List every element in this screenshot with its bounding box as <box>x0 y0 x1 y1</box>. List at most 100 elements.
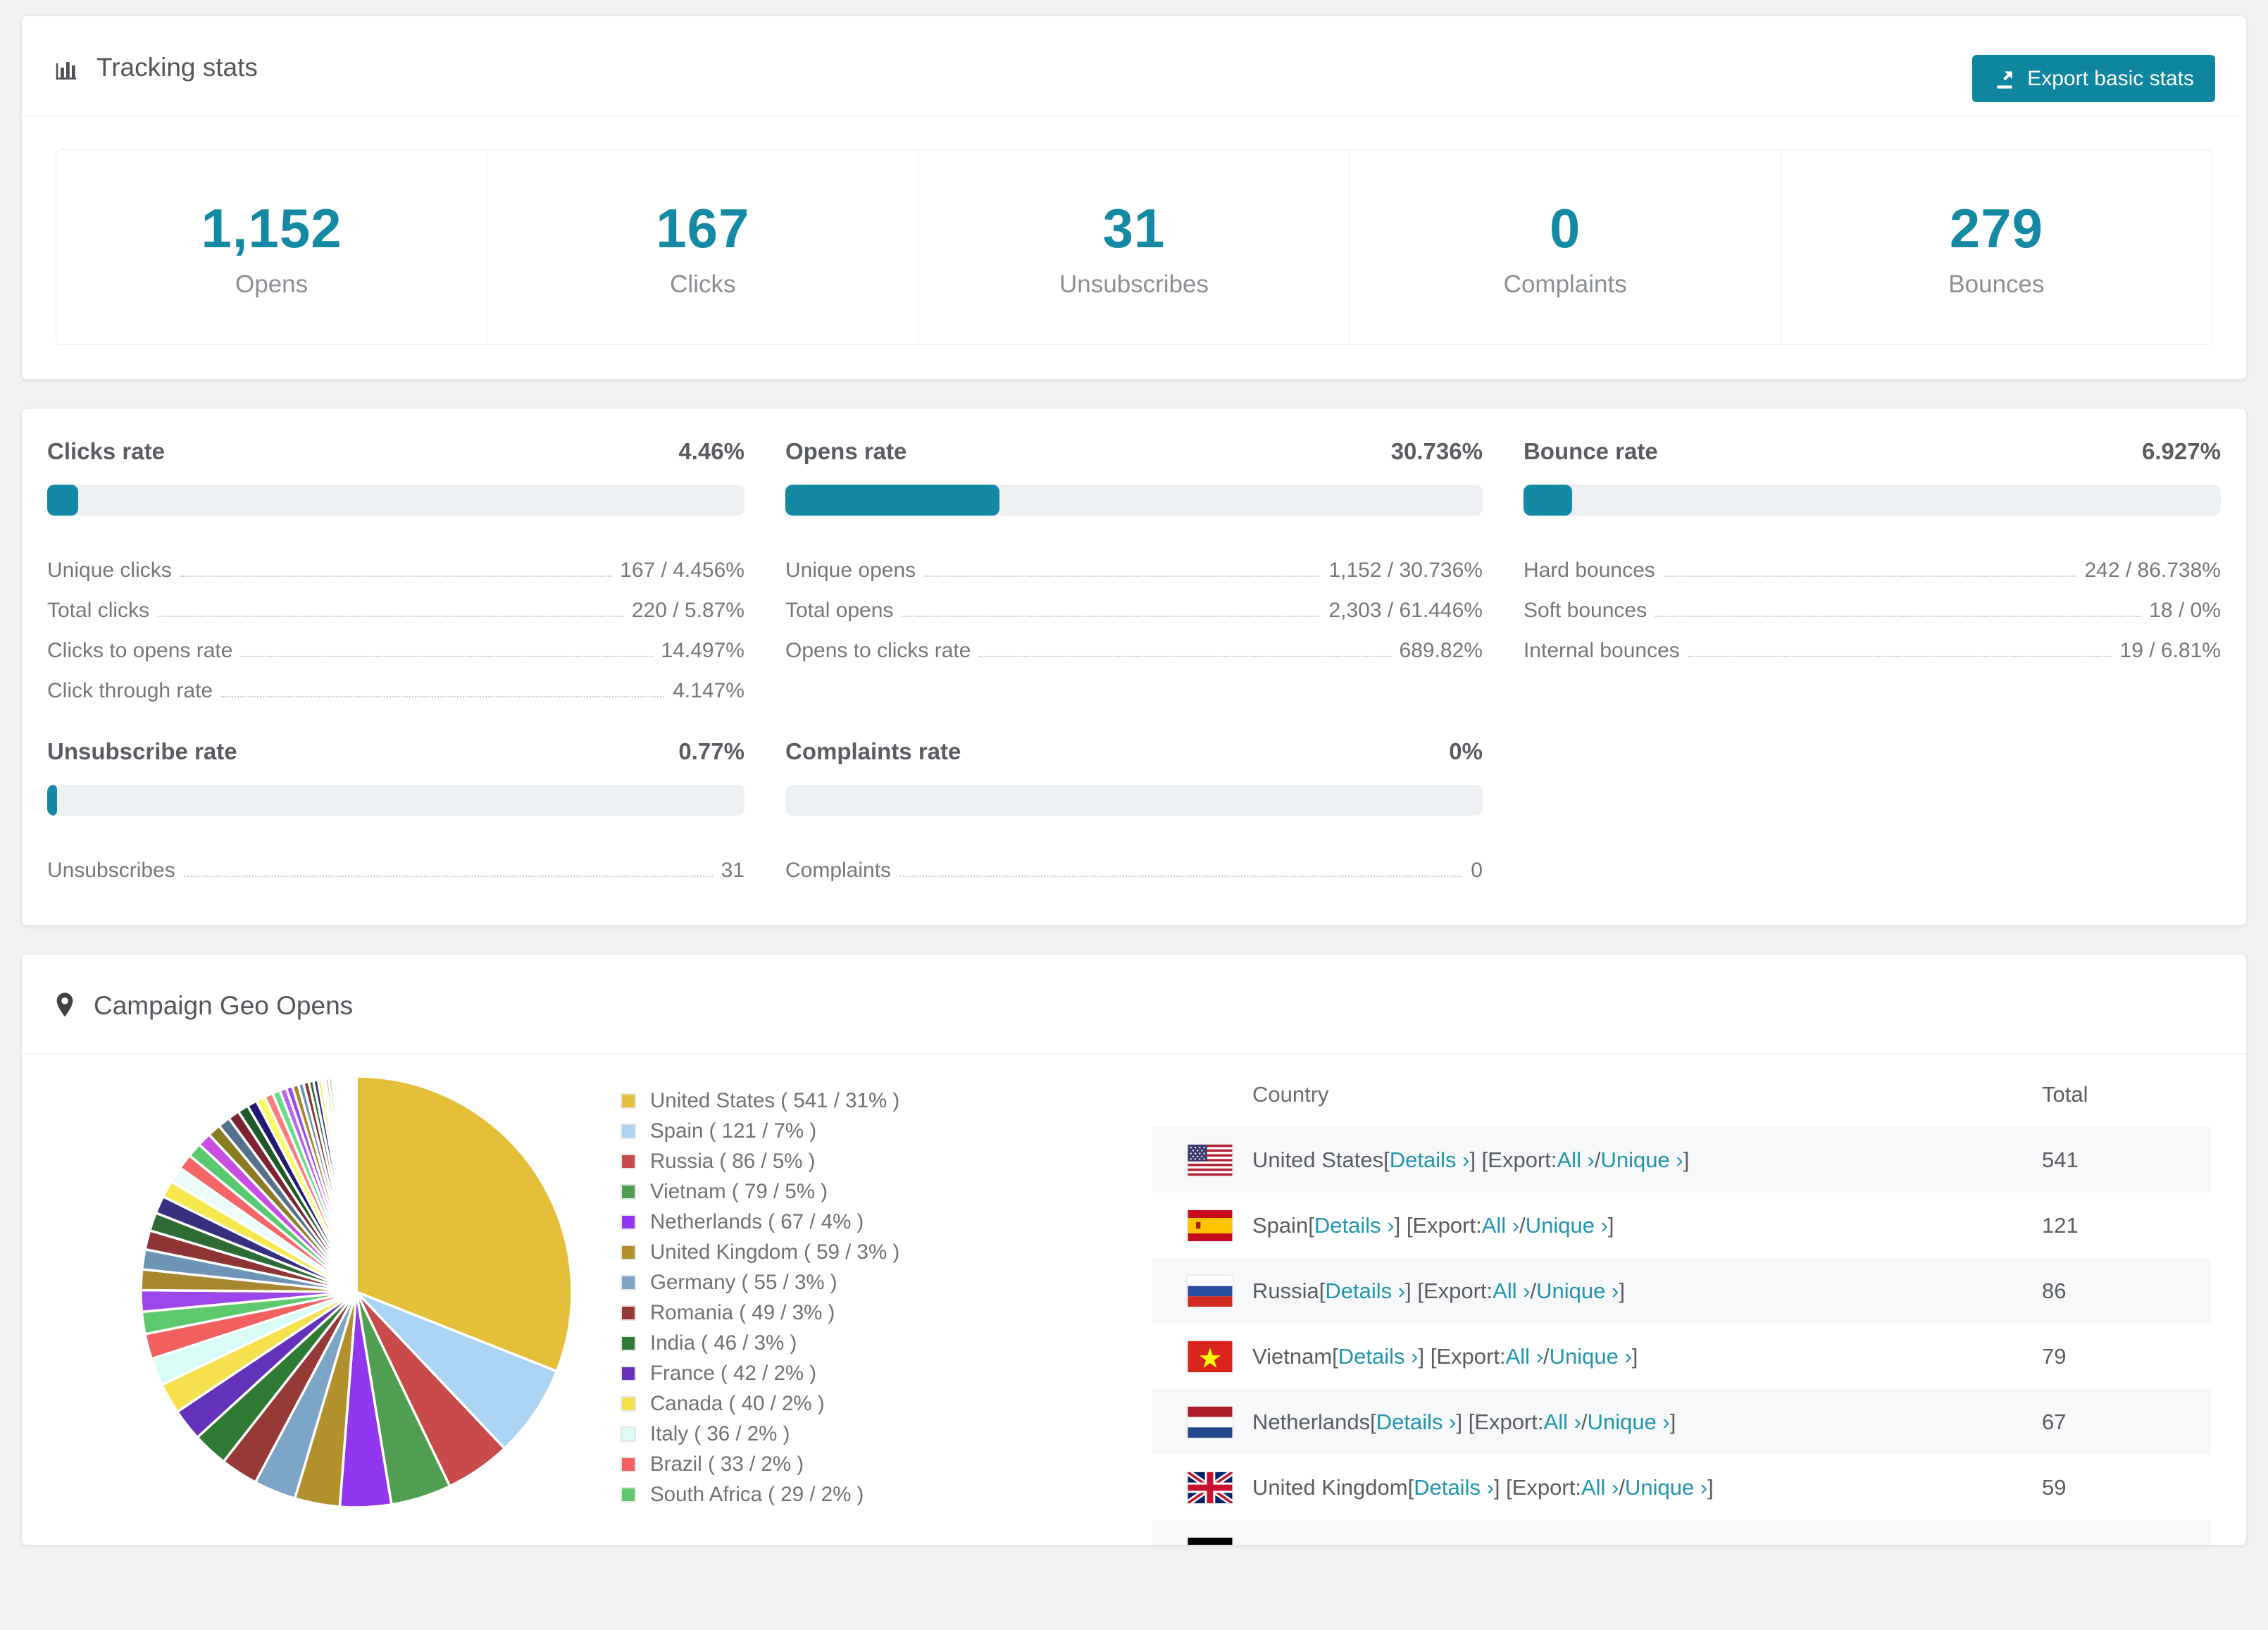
dotted-leader <box>902 616 1321 617</box>
flag-gb-icon <box>1188 1472 1233 1503</box>
separator: ( <box>733 1300 752 1324</box>
separator: / <box>1519 1212 1526 1238</box>
separator: / <box>777 1270 795 1294</box>
separator: / <box>775 1300 792 1324</box>
legend-country: Germany <box>650 1270 736 1294</box>
export-all-link[interactable]: All › <box>1557 1147 1595 1173</box>
separator: ] [ <box>1405 1278 1423 1303</box>
export-all-link[interactable]: All › <box>1493 1279 1530 1304</box>
total-cell: 79 <box>2042 1344 2211 1369</box>
rate-row-value: 31 <box>721 859 744 882</box>
geo-table-header-country: Country <box>1152 1082 2042 1107</box>
tracking-stats-title-text: Tracking stats <box>96 53 258 82</box>
legend-count: 42 <box>733 1361 756 1385</box>
stat-cell-unsubscribes: 31 Unsubscribes <box>918 150 1349 344</box>
details-link[interactable]: Details › <box>1414 1475 1494 1500</box>
separator: [ <box>1319 1278 1326 1303</box>
legend-percent: 2% <box>821 1482 852 1506</box>
export-unique-link[interactable]: Unique › <box>1526 1213 1608 1238</box>
chevron-right-icon: › <box>1568 1409 1581 1434</box>
legend-label: Vietnam ( 79 / 5% ) <box>650 1180 828 1204</box>
export-all-link[interactable]: All › <box>1544 1410 1581 1435</box>
table-row-netherlands: Netherlands [Details ›] [Export: All › /… <box>1152 1389 2211 1455</box>
separator: ( <box>735 1270 754 1294</box>
rate-row: Opens to clicks rate 689.82% <box>785 624 1483 664</box>
rate-title: Opens rate <box>785 438 907 464</box>
export-unique-link-label: Unique <box>1536 1278 1606 1303</box>
details-link[interactable]: Details › <box>1338 1344 1419 1369</box>
legend-swatch <box>621 1183 636 1200</box>
rate-row-value: 689.82% <box>1399 639 1483 662</box>
separator: [ <box>1332 1343 1338 1369</box>
details-link-label: Details <box>1314 1212 1381 1238</box>
country-name: Vietnam <box>1252 1343 1333 1369</box>
flag-es-icon <box>1188 1209 1233 1241</box>
rate-title: Bounce rate <box>1523 438 1658 464</box>
chevron-right-icon: › <box>1480 1474 1494 1500</box>
rate-row-label: Click through rate <box>47 679 213 702</box>
total-cell: 59 <box>2042 1475 2211 1500</box>
rate-row-value: 14.497% <box>661 639 744 662</box>
export-unique-link[interactable]: Unique › <box>1625 1475 1707 1500</box>
export-unique-link[interactable]: Unique › <box>1588 1410 1670 1435</box>
details-link[interactable]: Details › <box>1325 1279 1405 1304</box>
total-value: 59 <box>2042 1474 2067 1500</box>
separator: / <box>1543 1343 1550 1369</box>
export-all-link[interactable]: All › <box>1581 1475 1619 1500</box>
legend-count: 33 <box>720 1452 744 1476</box>
legend-count: 67 <box>780 1209 804 1233</box>
legend-count: 36 <box>706 1421 730 1445</box>
legend-country: United States <box>650 1088 775 1112</box>
export-unique-link-label: Unique <box>1600 1147 1670 1172</box>
legend-item-romania: Romania ( 49 / 3% ) <box>621 1298 952 1328</box>
export-unique-link-label: Unique <box>1587 1409 1657 1434</box>
rate-head: Unsubscribe rate 0.77% <box>47 738 744 765</box>
export-unique-link[interactable]: Unique › <box>1550 1344 1632 1369</box>
total-value: 121 <box>2042 1212 2079 1238</box>
legend-swatch <box>621 1395 636 1412</box>
export-all-link[interactable]: All › <box>1482 1213 1519 1238</box>
legend-label: South Africa ( 29 / 2% ) <box>650 1483 864 1507</box>
country-name: Russia <box>1252 1278 1319 1303</box>
rate-row-label: Unique clicks <box>47 559 172 582</box>
table-row-vietnam: Vietnam [Details ›] [Export: All › / Uni… <box>1152 1324 2211 1389</box>
separator: ) <box>804 1361 817 1385</box>
separator: [ <box>1407 1474 1414 1500</box>
campaign-geo-opens-card: Campaign Geo Opens United States ( 541 /… <box>21 954 2247 1545</box>
separator: ) <box>777 1421 790 1445</box>
rate-progress-track <box>785 485 1483 516</box>
legend-percent: 5% <box>785 1179 815 1203</box>
geo-body: United States ( 541 / 31% ) Spain ( 121 /… <box>22 1054 2246 1545</box>
rate-block-complaints-rate: Complaints rate 0% Complaints 0 <box>785 738 1483 884</box>
legend-percent: 4% <box>821 1209 852 1233</box>
export-all-link[interactable]: All › <box>1506 1344 1543 1369</box>
export-unique-link-label: Unique <box>1549 1343 1619 1369</box>
chevron-right-icon: › <box>1530 1343 1543 1369</box>
stat-label: Bounces <box>1948 270 2045 298</box>
separator: / <box>767 1179 785 1203</box>
export-unique-link[interactable]: Unique › <box>1536 1279 1619 1304</box>
legend-label: Romania ( 49 / 3% ) <box>650 1301 835 1325</box>
separator: / <box>737 1331 754 1355</box>
chevron-right-icon: › <box>1669 1147 1683 1172</box>
legend-label: France ( 42 / 2% ) <box>650 1362 816 1386</box>
details-link[interactable]: Details › <box>1376 1410 1457 1435</box>
rate-row-value: 19 / 6.81% <box>2119 639 2221 662</box>
rate-row: Complaints 0 <box>785 844 1483 884</box>
chevron-right-icon: › <box>1516 1278 1531 1303</box>
geo-table-header-row: Country Total <box>1152 1062 2211 1127</box>
rate-row-label: Hard bounces <box>1523 559 1655 582</box>
details-link[interactable]: Details › <box>1314 1213 1395 1238</box>
rate-block-opens-rate: Opens rate 30.736% Unique opens 1,152 / 30.… <box>785 438 1483 704</box>
export-unique-link[interactable]: Unique › <box>1601 1147 1683 1173</box>
legend-label: Spain ( 121 / 7% ) <box>650 1119 816 1143</box>
separator: / <box>755 1149 773 1173</box>
map-marker-icon <box>56 993 73 1017</box>
details-link[interactable]: Details › <box>1390 1147 1470 1173</box>
rate-head: Clicks rate 4.46% <box>47 438 744 465</box>
export-basic-stats-button[interactable]: Export basic stats <box>1972 55 2215 102</box>
geo-title: Campaign Geo Opens <box>53 991 353 1021</box>
rate-block-bounce-rate: Bounce rate 6.927% Hard bounces 242 / 86.73… <box>1523 438 2221 704</box>
separator: ) <box>784 1331 797 1355</box>
flag-ru-icon <box>1188 1275 1233 1307</box>
